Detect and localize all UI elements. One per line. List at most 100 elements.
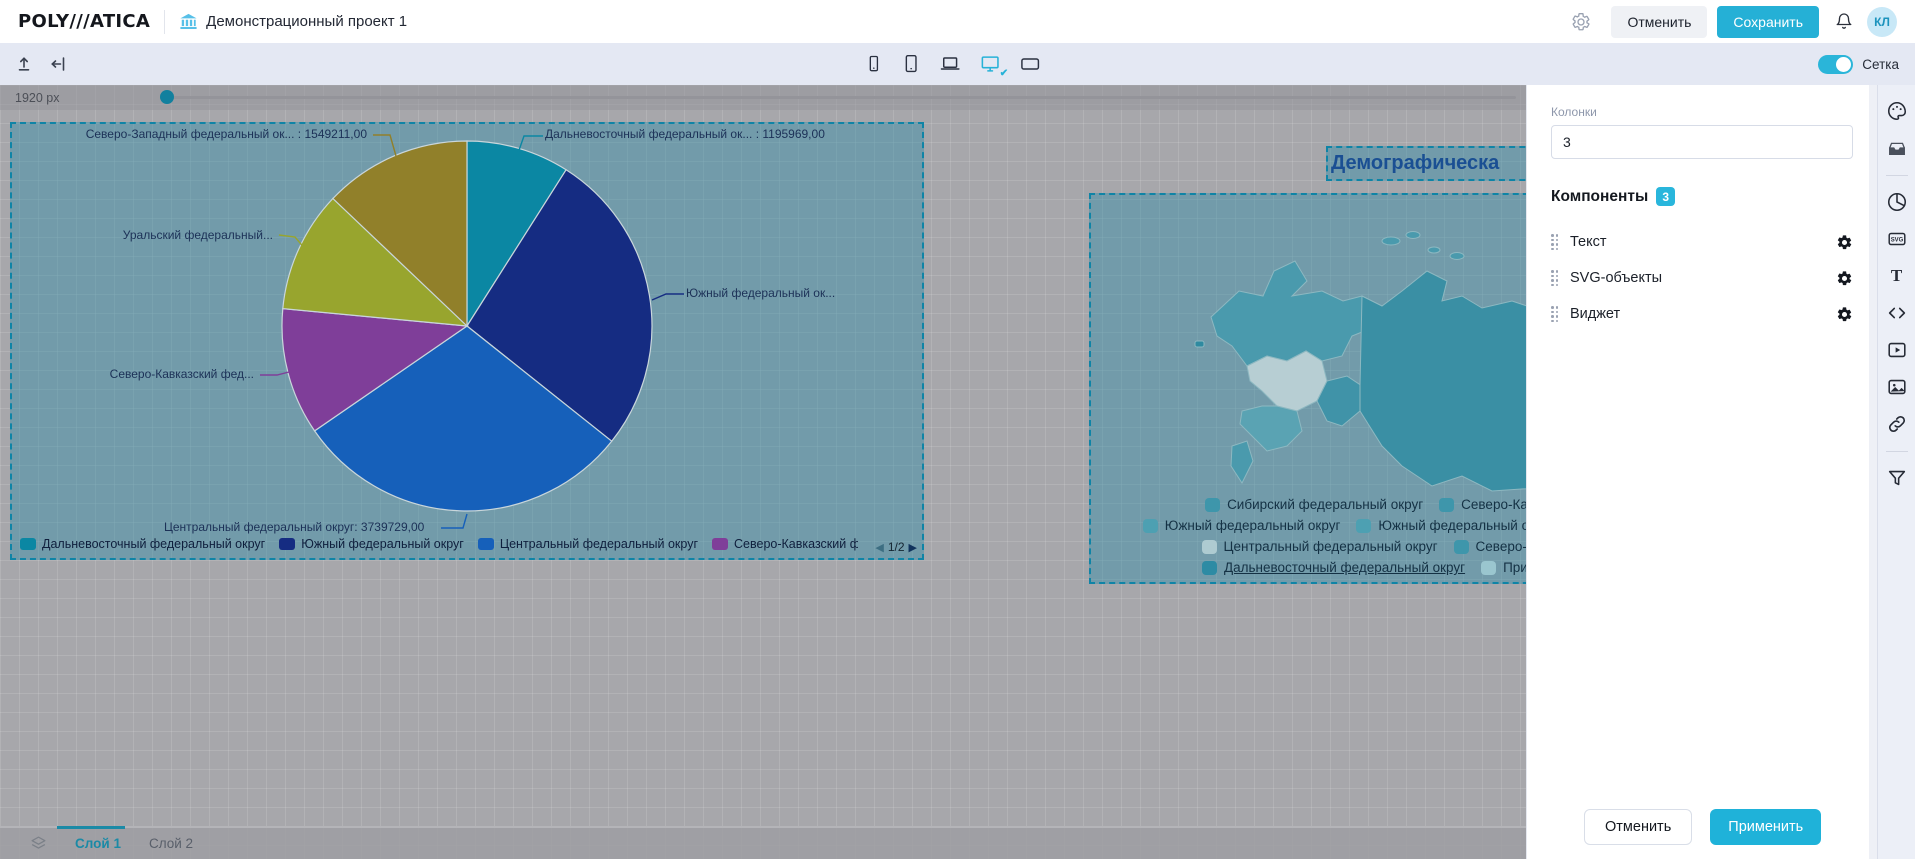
widget-rail: SVG T bbox=[1877, 85, 1915, 859]
legend-page-label: 1/2 bbox=[888, 540, 905, 554]
link-icon[interactable] bbox=[1885, 412, 1909, 436]
pie-chart-widget[interactable]: Северо-Западный федеральный ок... : 1549… bbox=[10, 122, 924, 560]
components-list: ТекстSVG-объекты Виджет bbox=[1551, 224, 1853, 332]
rail-divider bbox=[1886, 175, 1908, 176]
map-legend-item[interactable]: Северо-З bbox=[1454, 539, 1526, 554]
grid-toggle-label: Сетка bbox=[1862, 57, 1899, 72]
pie-annotation: Северо-Западный федеральный ок... : 1549… bbox=[86, 127, 367, 141]
map-title-text: Демографическа bbox=[1328, 152, 1499, 175]
legend-next-icon[interactable]: ▶ bbox=[909, 541, 917, 554]
columns-input[interactable] bbox=[1551, 125, 1853, 159]
pie-legend-item[interactable]: Северо-Кавказский федеральный округ bbox=[712, 537, 858, 551]
map-legend-item[interactable]: Южный федеральный округ bbox=[1143, 518, 1341, 533]
properties-panel: Колонки Компоненты 3 ТекстSVG-объектыВид… bbox=[1526, 85, 1877, 859]
component-label: Виджет bbox=[1570, 306, 1620, 322]
drag-handle-icon[interactable] bbox=[1551, 234, 1558, 250]
legend-label: Южный федеральный округ bbox=[301, 537, 464, 551]
map-legend-item[interactable]: Прив bbox=[1481, 560, 1526, 575]
component-settings-gear-icon[interactable] bbox=[1836, 234, 1853, 251]
layers-icon bbox=[30, 835, 47, 852]
map-legend-item[interactable]: Центральный федеральный округ bbox=[1202, 539, 1438, 554]
width-slider-knob[interactable] bbox=[160, 90, 174, 104]
map-legend-item[interactable]: Сибирский федеральный округ bbox=[1205, 497, 1423, 512]
grid-toggle[interactable] bbox=[1818, 55, 1853, 74]
device-phone-icon[interactable] bbox=[863, 53, 883, 75]
component-settings-gear-icon[interactable] bbox=[1836, 270, 1853, 287]
filter-icon[interactable] bbox=[1885, 466, 1909, 490]
panel-apply-button[interactable]: Применить bbox=[1710, 809, 1821, 845]
legend-label: Северо-Кав bbox=[1461, 497, 1526, 512]
panel-cancel-button[interactable]: Отменить bbox=[1584, 809, 1692, 845]
russia-map-svg bbox=[1091, 195, 1526, 500]
svg-object-icon[interactable]: SVG bbox=[1885, 227, 1909, 251]
legend-swatch bbox=[279, 538, 295, 550]
legend-label: Дальневосточный федеральный округ bbox=[42, 537, 265, 551]
component-settings-gear-icon[interactable] bbox=[1836, 306, 1853, 323]
components-count-badge: 3 bbox=[1656, 187, 1675, 206]
legend-prev-icon[interactable]: ◀ bbox=[875, 541, 883, 554]
header-save-button[interactable]: Сохранить bbox=[1717, 6, 1819, 38]
component-row[interactable]: Текст bbox=[1551, 224, 1853, 260]
collapse-left-icon[interactable] bbox=[50, 56, 66, 72]
width-slider-track[interactable] bbox=[170, 96, 1516, 99]
legend-swatch bbox=[1481, 561, 1496, 575]
pie-legend-item[interactable]: Южный федеральный округ bbox=[279, 537, 464, 551]
layer-tab-1[interactable]: Слой 1 bbox=[75, 836, 121, 851]
device-desktop-icon[interactable]: ✔ bbox=[978, 53, 1001, 75]
map-widget[interactable]: Сибирский федеральный округ Северо-Кав Южн… bbox=[1089, 193, 1526, 584]
component-row[interactable]: SVG-объекты bbox=[1551, 260, 1853, 296]
device-selected-check: ✔ bbox=[1000, 68, 1008, 79]
text-icon[interactable]: T bbox=[1885, 264, 1909, 288]
code-icon[interactable] bbox=[1885, 301, 1909, 325]
pie-annotation: Дальневосточный федеральный ок... : 1195… bbox=[545, 127, 825, 141]
drawer-icon[interactable] bbox=[1885, 136, 1909, 160]
pie-legend-item[interactable]: Дальневосточный федеральный округ bbox=[20, 537, 265, 551]
legend-swatch bbox=[20, 538, 36, 550]
legend-label: Северо-З bbox=[1476, 539, 1526, 554]
device-tablet-icon[interactable] bbox=[900, 53, 921, 75]
map-legend-item[interactable]: Северо-Кав bbox=[1439, 497, 1526, 512]
device-preview-switcher: ✔ bbox=[863, 53, 1041, 75]
legend-swatch bbox=[1202, 540, 1217, 554]
palette-icon[interactable] bbox=[1885, 99, 1909, 123]
video-icon[interactable] bbox=[1885, 338, 1909, 362]
canvas-width-label: 1920 px bbox=[15, 91, 59, 105]
panel-scrollbar[interactable] bbox=[1869, 85, 1877, 859]
legend-swatch bbox=[1143, 519, 1158, 533]
legend-label: Центральный федеральный округ bbox=[1224, 539, 1438, 554]
legend-swatch bbox=[1454, 540, 1469, 554]
drag-handle-icon[interactable] bbox=[1551, 306, 1558, 322]
image-icon[interactable] bbox=[1885, 375, 1909, 399]
map-legend-row: Дальневосточный федеральный округ Прив bbox=[1202, 560, 1526, 575]
settings-gear-icon[interactable] bbox=[1571, 12, 1591, 32]
pie-chart-icon[interactable] bbox=[1885, 190, 1909, 214]
project-bank-icon bbox=[179, 13, 198, 31]
drag-handle-icon[interactable] bbox=[1551, 270, 1558, 286]
device-tv-icon[interactable] bbox=[1018, 53, 1041, 75]
project-title: Демонстрационный проект 1 bbox=[206, 13, 407, 30]
text-widget-title[interactable]: Демографическа bbox=[1326, 146, 1526, 181]
map-legend-item[interactable]: Дальневосточный федеральный округ bbox=[1202, 560, 1465, 575]
component-row[interactable]: Виджет bbox=[1551, 296, 1853, 332]
device-laptop-icon[interactable] bbox=[938, 53, 961, 75]
legend-swatch bbox=[1439, 498, 1454, 512]
notifications-bell-icon[interactable] bbox=[1835, 12, 1853, 31]
pie-legend-item[interactable]: Центральный федеральный округ bbox=[478, 537, 698, 551]
map-legend-item[interactable]: Южный федеральный ок bbox=[1356, 518, 1526, 533]
pie-chart-svg bbox=[12, 124, 922, 558]
legend-label: Сибирский федеральный округ bbox=[1227, 497, 1423, 512]
layer-bar: Слой 1 Слой 2 bbox=[0, 826, 1526, 859]
pie-annotation: Южный федеральный ок... bbox=[686, 286, 835, 300]
rail-divider bbox=[1886, 451, 1908, 452]
design-canvas[interactable]: 1920 px Северо-Западный федеральный ок..… bbox=[0, 85, 1526, 859]
active-layer-indicator bbox=[57, 826, 125, 829]
legend-swatch bbox=[712, 538, 728, 550]
header-cancel-button[interactable]: Отменить bbox=[1611, 6, 1707, 38]
user-avatar[interactable]: КЛ bbox=[1867, 7, 1897, 37]
legend-swatch bbox=[1205, 498, 1220, 512]
upload-icon[interactable] bbox=[16, 56, 32, 72]
pie-annotation: Центральный федеральный округ: 3739729,0… bbox=[164, 520, 424, 534]
layer-tab-2[interactable]: Слой 2 bbox=[149, 836, 193, 851]
pie-annotation: Северо-Кавказский фед... bbox=[110, 367, 254, 381]
pie-legend-pager: ◀ 1/2 ▶ bbox=[875, 540, 917, 554]
